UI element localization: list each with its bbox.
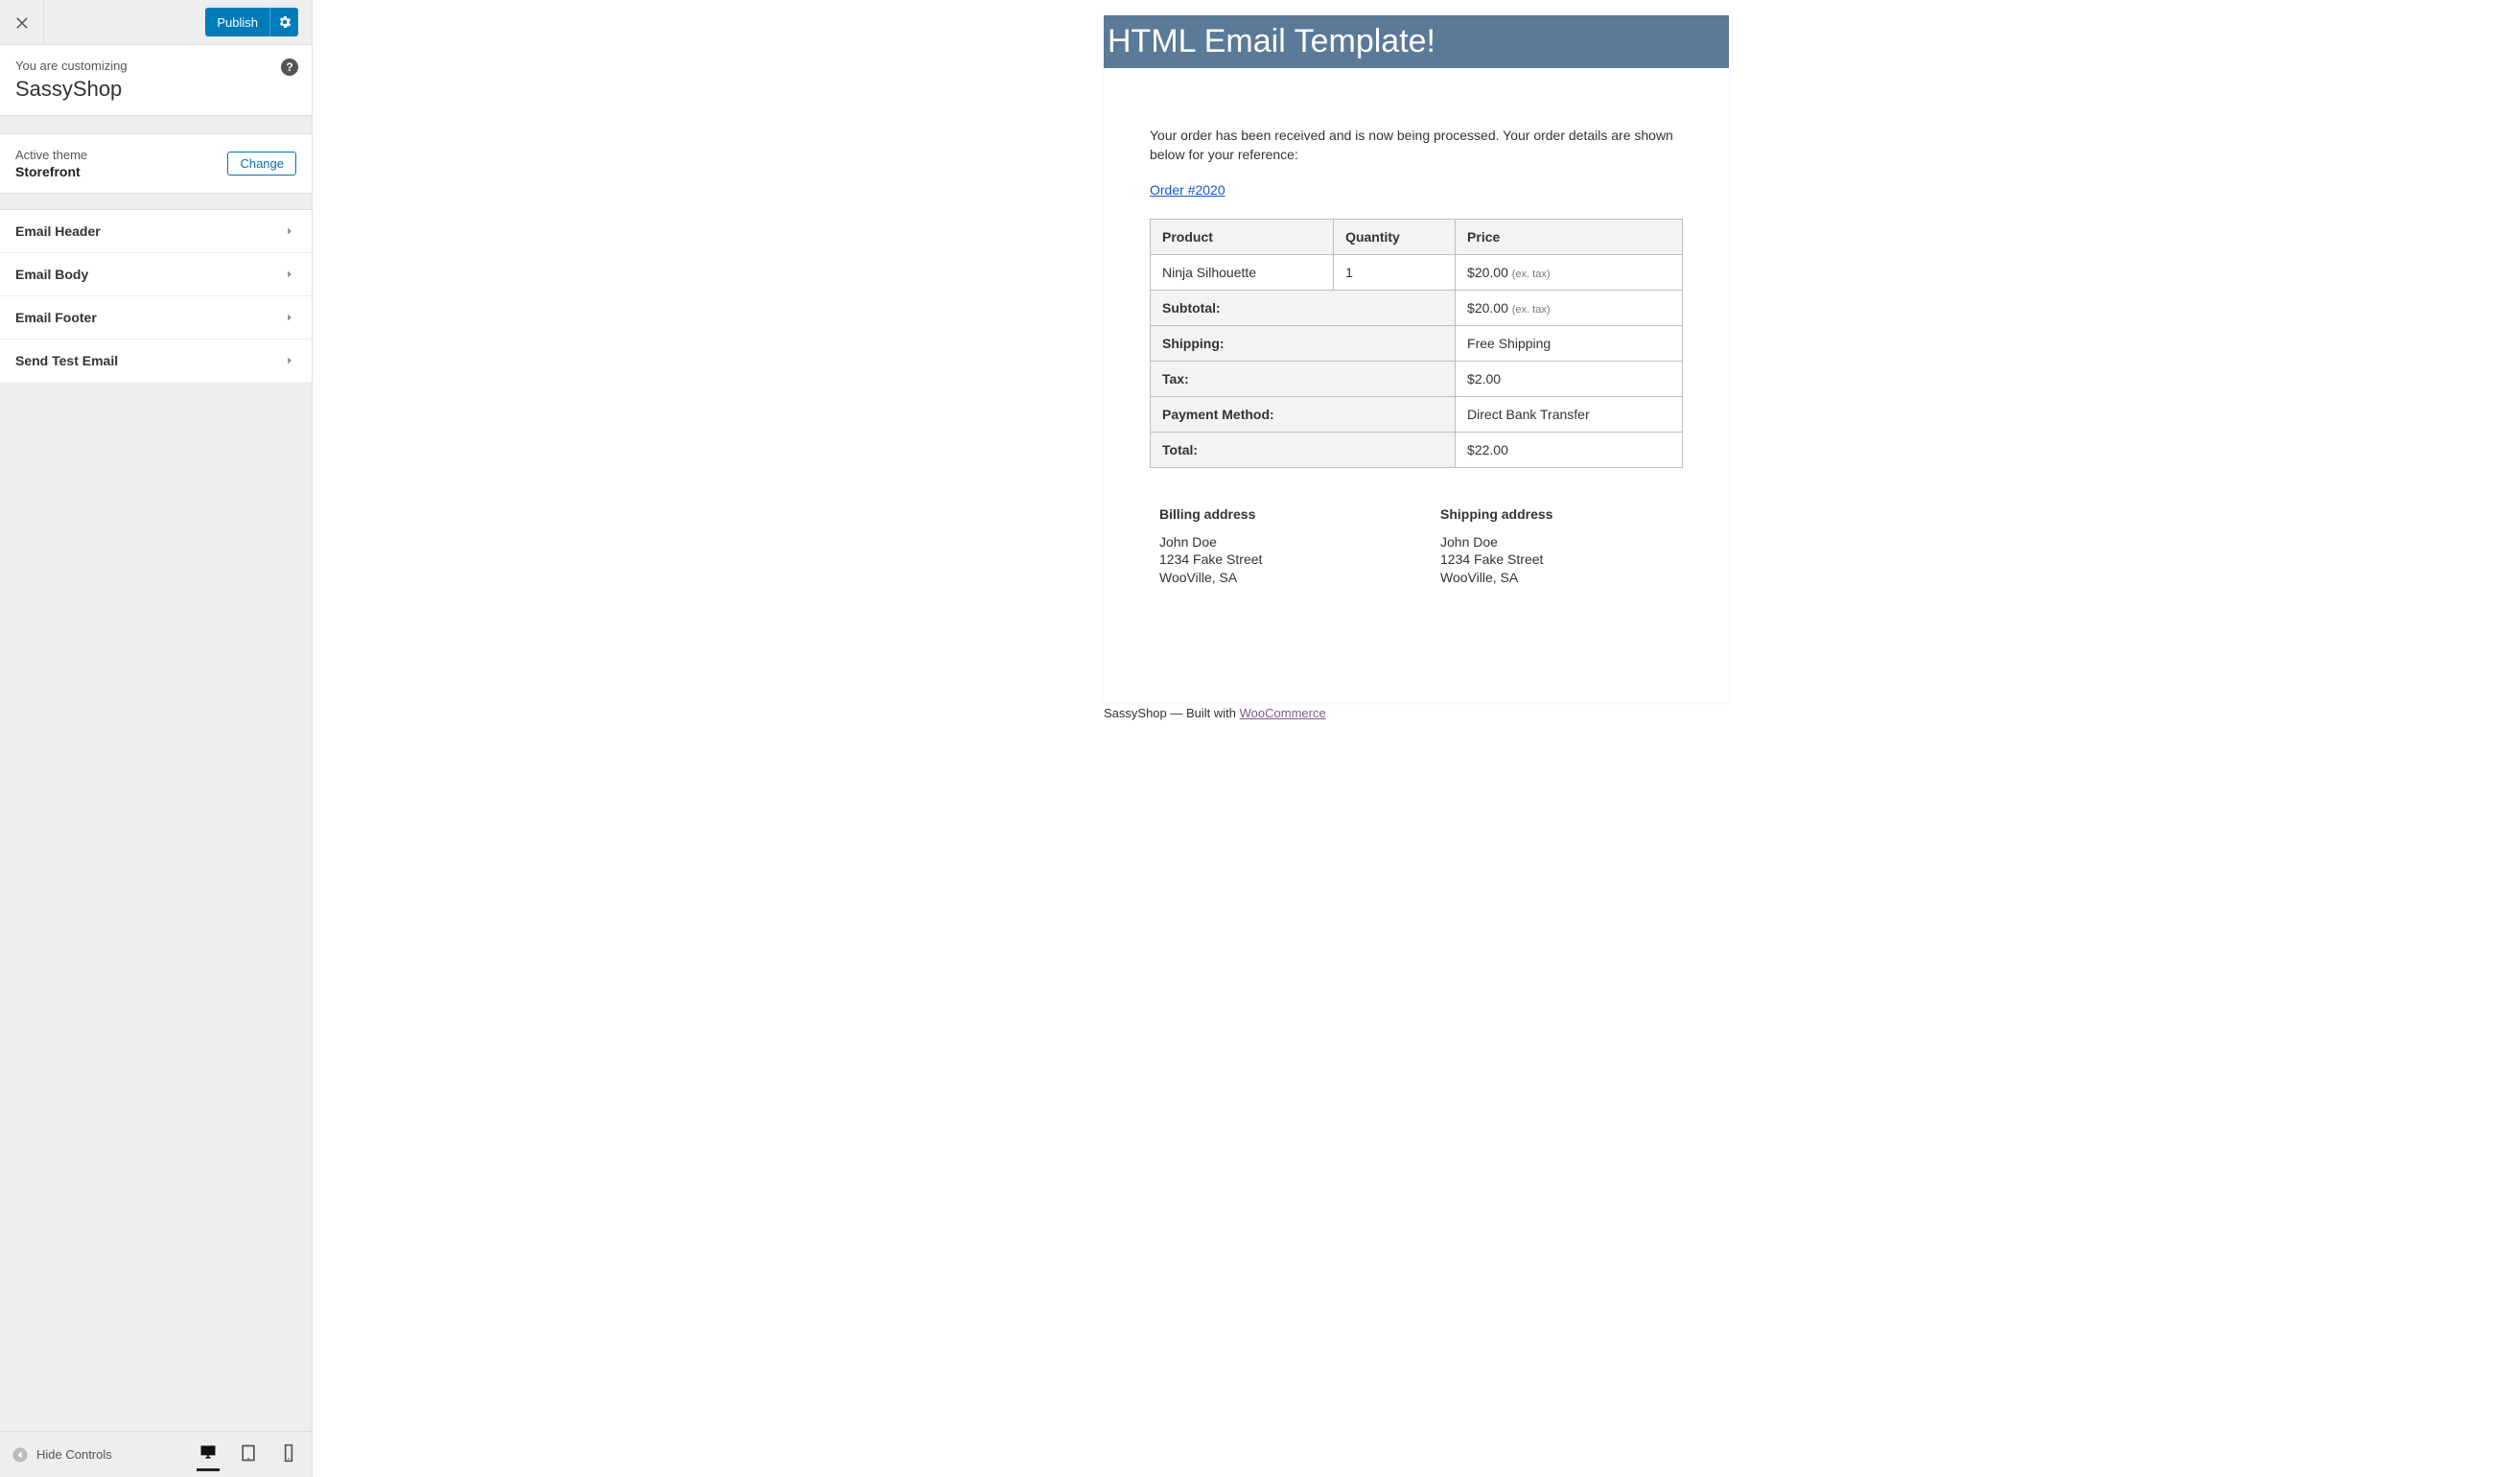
th-quantity: Quantity (1334, 219, 1456, 254)
value-shipping: Free Shipping (1456, 325, 1683, 361)
row-payment: Payment Method: Direct Bank Transfer (1151, 396, 1683, 432)
shipping-title: Shipping address (1440, 506, 1683, 522)
billing-title: Billing address (1159, 506, 1402, 522)
billing-name: John Doe (1159, 533, 1402, 551)
row-shipping: Shipping: Free Shipping (1151, 325, 1683, 361)
addresses: Billing address John Doe 1234 Fake Stree… (1159, 506, 1683, 588)
order-table: Product Quantity Price Ninja Silhouette … (1150, 219, 1683, 468)
label-shipping: Shipping: (1151, 325, 1456, 361)
device-toggles (197, 1439, 300, 1471)
label-total: Total: (1151, 432, 1456, 467)
value-subtotal: $20.00 (ex. tax) (1456, 290, 1683, 325)
active-theme-label: Active theme (15, 148, 87, 162)
preview-pane[interactable]: HTML Email Template! Your order has been… (313, 0, 2520, 1477)
gear-icon (277, 14, 292, 30)
woocommerce-link[interactable]: WooCommerce (1240, 706, 1326, 720)
built-with-prefix: SassyShop — Built with (1104, 706, 1240, 720)
value-total: $22.00 (1456, 432, 1683, 467)
row-total: Total: $22.00 (1151, 432, 1683, 467)
device-desktop-button[interactable] (197, 1439, 220, 1471)
row-subtotal: Subtotal: $20.00 (ex. tax) (1151, 290, 1683, 325)
cell-quantity: 1 (1334, 254, 1456, 290)
theme-panel: Active theme Storefront Change (0, 133, 312, 194)
close-button[interactable] (0, 0, 44, 44)
accordion-label: Email Header (15, 223, 101, 239)
value-payment: Direct Bank Transfer (1456, 396, 1683, 432)
customizer-sidebar: Publish You are customizing SassyShop ? … (0, 0, 313, 1477)
chevron-right-icon (283, 224, 296, 238)
accordion-item-send-test-email[interactable]: Send Test Email (0, 340, 312, 383)
chevron-right-icon (283, 354, 296, 367)
tablet-icon (239, 1443, 258, 1463)
shipping-name: John Doe (1440, 533, 1683, 551)
site-title: SassyShop (15, 77, 296, 102)
close-icon (13, 13, 31, 31)
accordion-item-email-body[interactable]: Email Body (0, 253, 312, 296)
billing-street: 1234 Fake Street (1159, 551, 1402, 569)
shipping-city: WooVille, SA (1440, 569, 1683, 587)
publish-group: Publish (205, 8, 312, 36)
chevron-left-circle-icon (12, 1446, 29, 1464)
help-icon[interactable]: ? (281, 59, 298, 76)
publish-button[interactable]: Publish (205, 8, 269, 36)
device-mobile-button[interactable] (277, 1440, 300, 1469)
desktop-icon (198, 1442, 218, 1462)
cell-product: Ninja Silhouette (1151, 254, 1334, 290)
accordion: Email Header Email Body Email Footer Sen… (0, 209, 312, 383)
table-row: Ninja Silhouette 1 $20.00 (ex. tax) (1151, 254, 1683, 290)
label-tax: Tax: (1151, 361, 1456, 396)
accordion-item-email-header[interactable]: Email Header (0, 210, 312, 253)
built-with-line: SassyShop — Built with WooCommerce (1104, 702, 1729, 730)
chevron-right-icon (283, 268, 296, 281)
th-product: Product (1151, 219, 1334, 254)
publish-settings-button[interactable] (269, 8, 298, 36)
label-payment: Payment Method: (1151, 396, 1456, 432)
email-intro: Your order has been received and is now … (1150, 126, 1683, 165)
shipping-address: Shipping address John Doe 1234 Fake Stre… (1440, 506, 1683, 588)
sidebar-header: Publish (0, 0, 312, 44)
accordion-label: Email Body (15, 267, 88, 282)
billing-address: Billing address John Doe 1234 Fake Stree… (1159, 506, 1402, 588)
order-link[interactable]: Order #2020 (1150, 182, 1225, 198)
shipping-street: 1234 Fake Street (1440, 551, 1683, 569)
customizing-label: You are customizing (15, 59, 296, 73)
row-tax: Tax: $2.00 (1151, 361, 1683, 396)
billing-city: WooVille, SA (1159, 569, 1402, 587)
theme-name: Storefront (15, 164, 87, 179)
email-body: Your order has been received and is now … (1104, 68, 1729, 702)
accordion-label: Email Footer (15, 310, 97, 325)
hide-controls-button[interactable]: Hide Controls (12, 1446, 112, 1464)
device-tablet-button[interactable] (237, 1440, 260, 1469)
value-tax: $2.00 (1456, 361, 1683, 396)
sidebar-footer: Hide Controls (0, 1431, 312, 1477)
cell-price: $20.00 (ex. tax) (1456, 254, 1683, 290)
label-subtotal: Subtotal: (1151, 290, 1456, 325)
change-theme-button[interactable]: Change (227, 152, 296, 176)
th-price: Price (1456, 219, 1683, 254)
accordion-item-email-footer[interactable]: Email Footer (0, 296, 312, 340)
chevron-right-icon (283, 311, 296, 324)
email-banner: HTML Email Template! (1104, 15, 1729, 68)
hide-controls-label: Hide Controls (36, 1447, 112, 1462)
mobile-icon (279, 1443, 298, 1463)
accordion-label: Send Test Email (15, 353, 118, 368)
email-card: HTML Email Template! Your order has been… (1104, 15, 1729, 702)
customizing-panel: You are customizing SassyShop ? (0, 44, 312, 116)
